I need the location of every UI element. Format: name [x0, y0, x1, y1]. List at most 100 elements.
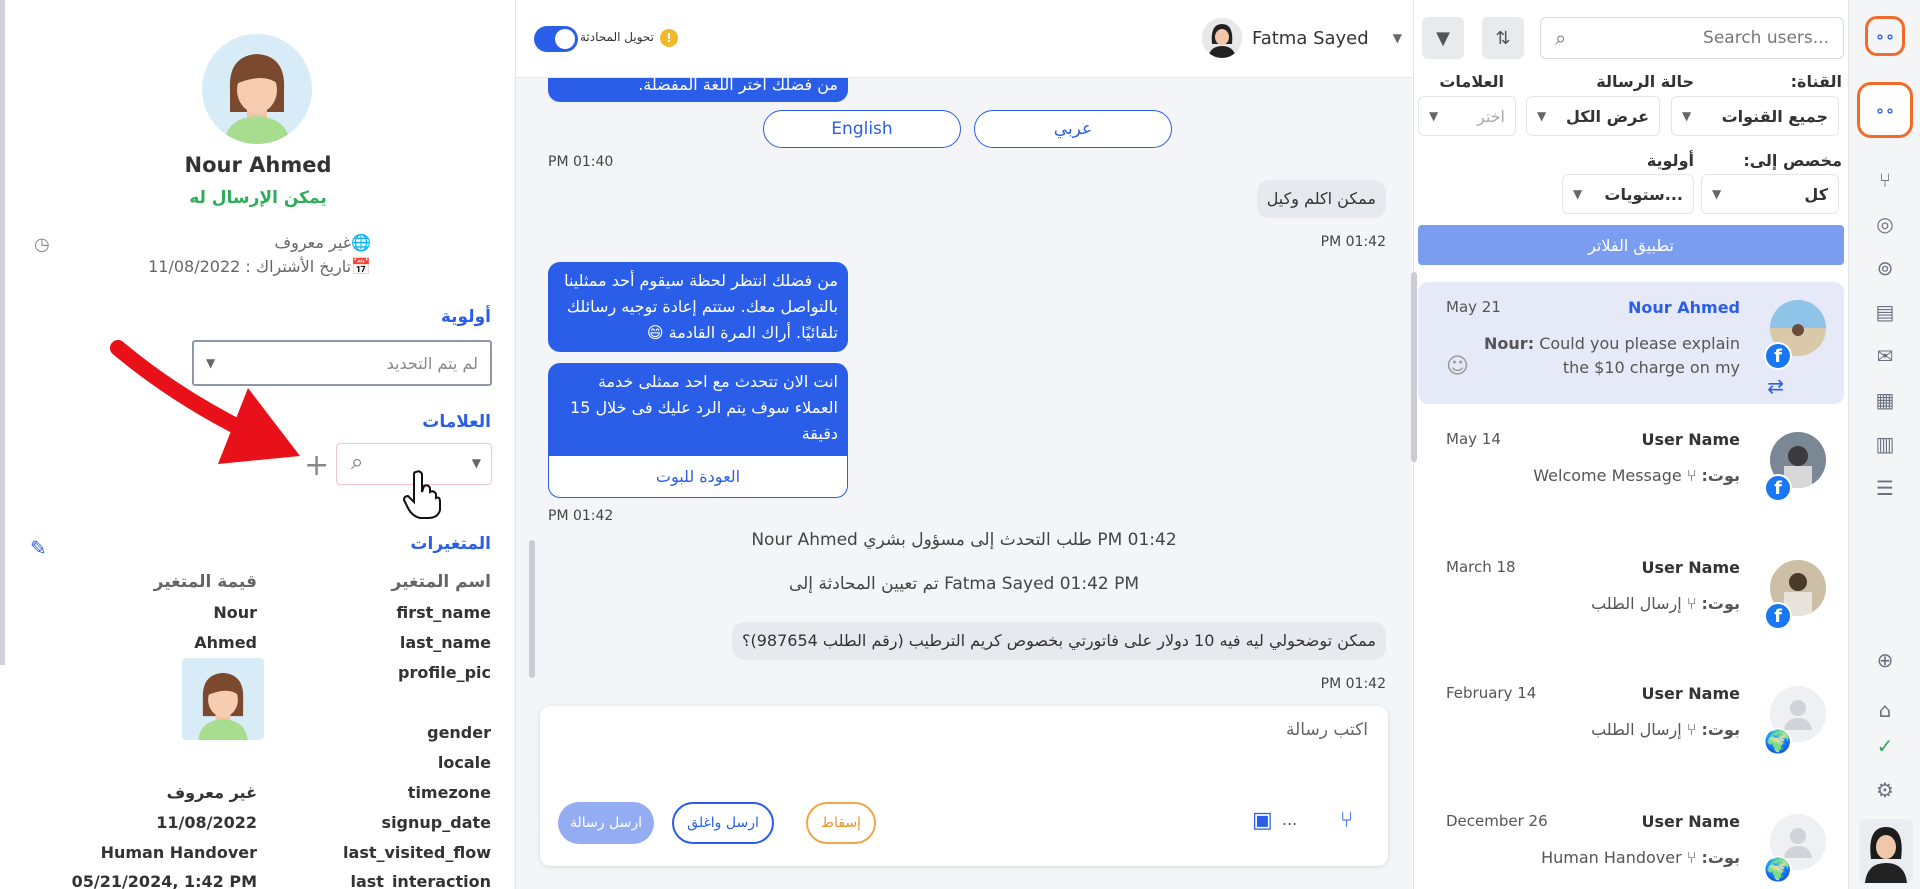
conversation-name: User Name: [1641, 430, 1740, 449]
conversation-item[interactable]: December 26 User Name بوت: ⑂ Human Hando…: [1418, 796, 1844, 889]
icon-rail: ∘∘ ∘∘ ⑂ ◎ ⊚ ▤ ✉ ▦ ▥ ☰ ⊕ ⌂ ✓ ⚙: [1848, 0, 1920, 889]
templates-icon[interactable]: ▦: [1871, 386, 1899, 414]
timestamp: PM 01:42: [1320, 676, 1386, 692]
clock-icon[interactable]: ◷: [34, 234, 50, 255]
var-name-header: اسم المتغير: [391, 572, 491, 592]
conversation-item[interactable]: May 21 Nour Ahmed Nour: Could you please…: [1418, 282, 1844, 404]
priority-filter-select[interactable]: ...ستويات ▼: [1562, 174, 1694, 214]
check-icon[interactable]: ✓: [1871, 732, 1899, 760]
more-options-icon[interactable]: ...: [1282, 810, 1297, 829]
status-select[interactable]: عرض الكل ▼: [1526, 96, 1660, 136]
assigned-select[interactable]: كل ▼: [1701, 174, 1839, 214]
send-button[interactable]: ارسل رسالة: [558, 802, 654, 844]
tags-title: العلامات: [422, 412, 491, 432]
message-input-placeholder[interactable]: اكتب رسالة: [1286, 720, 1368, 740]
priority-filter-label: أولوية: [1646, 151, 1694, 170]
analytics-icon[interactable]: ▥: [1871, 430, 1899, 458]
variables-title: المتغيرات: [410, 534, 491, 554]
agent-selector[interactable]: Fatma Sayed ▼: [1202, 18, 1402, 58]
add-tag-icon[interactable]: +: [304, 448, 329, 483]
facebook-icon: f: [1764, 342, 1792, 370]
chat-scrollbar[interactable]: [529, 540, 535, 678]
send-and-close-button[interactable]: ارسل واغلق: [672, 802, 774, 844]
priority-select[interactable]: لم يتم التحديد ▼: [192, 340, 492, 386]
bot-head-icon[interactable]: ◎: [1871, 210, 1899, 238]
contacts-icon[interactable]: ▤: [1871, 298, 1899, 326]
search-placeholder: Search users...: [1703, 28, 1829, 48]
info-icon[interactable]: !: [660, 29, 678, 47]
bot-message: من فضلك اختر اللغة المفضلة.: [548, 78, 848, 102]
broadcast-icon[interactable]: ⊚: [1871, 254, 1899, 282]
back-to-bot-button[interactable]: العودة للبوت: [548, 456, 848, 498]
conversation-name: User Name: [1641, 684, 1740, 703]
sort-icon[interactable]: ⇅: [1482, 17, 1524, 59]
var-key: last_visited_flow: [343, 843, 491, 862]
tasks-icon[interactable]: ☰: [1871, 474, 1899, 502]
flow-icon[interactable]: ⑂: [1871, 166, 1899, 194]
contact-name: Nour Ahmed: [184, 153, 332, 177]
conversation-item[interactable]: February 14 User Name بوت: ⑂ إرسال الطلب…: [1418, 668, 1844, 790]
user-message: ممكن اكلم وكيل: [1256, 180, 1386, 218]
conversation-item[interactable]: May 14 User Name بوت: ⑂ Welcome Message …: [1418, 414, 1844, 536]
timestamp: PM 01:40: [548, 154, 614, 170]
mail-icon[interactable]: ✉: [1871, 342, 1899, 370]
conversation-preview: بوت: ⑂ إرسال الطلب: [1591, 594, 1740, 613]
logo-icon[interactable]: ∘∘: [1865, 16, 1905, 56]
priority-title: أولوية: [440, 307, 491, 327]
var-value: غير معروف: [166, 783, 257, 802]
conversation-item[interactable]: March 18 User Name بوت: ⑂ إرسال الطلب f: [1418, 542, 1844, 664]
user-message: ممكن توضحولي ليه فيه 10 دولار على فاتورت…: [732, 622, 1386, 660]
conversation-preview: Nour: Could you please explain the $10 c…: [1484, 334, 1740, 377]
chevron-down-icon: ▼: [471, 456, 481, 470]
conversation-date: February 14: [1446, 684, 1537, 702]
user-avatar[interactable]: [1859, 819, 1913, 883]
var-key: profile_pic: [398, 663, 491, 682]
search-icon: ⌕: [351, 450, 364, 475]
list-scrollbar[interactable]: [1411, 272, 1417, 462]
contact-avatar: [202, 34, 312, 144]
search-input[interactable]: ⌕ Search users...: [1540, 17, 1844, 59]
handover-toggle-label: تحويل المحادثة: [580, 30, 654, 44]
edit-pencil-icon[interactable]: ✎: [30, 536, 47, 560]
message-thread[interactable]: من فضلك اختر اللغة المفضلة. English عربي…: [516, 78, 1412, 704]
apply-filters-button[interactable]: تطبيق الفلاتر: [1418, 225, 1844, 265]
package-icon[interactable]: ▣: [1252, 808, 1273, 833]
globe-icon[interactable]: ⊕: [1871, 646, 1899, 674]
bot-message: من فضلك انتظر لحظة سيقوم أحد ممثلينا بال…: [548, 262, 848, 352]
flow-icon[interactable]: ⑂: [1340, 808, 1353, 833]
conversation-date: May 21: [1446, 298, 1501, 316]
facebook-icon: f: [1764, 602, 1792, 630]
var-value: Ahmed: [194, 633, 257, 652]
globe-icon: 🌍: [1764, 856, 1792, 884]
filter-icon[interactable]: ▼: [1422, 17, 1464, 59]
panel-scrollbar[interactable]: [0, 0, 5, 665]
globe-icon: 🌐: [351, 233, 371, 252]
gear-icon[interactable]: ⚙: [1871, 776, 1899, 804]
handover-toggle[interactable]: [534, 26, 578, 52]
conversation-date: May 14: [1446, 430, 1501, 448]
inbox-logo-icon[interactable]: ∘∘: [1857, 82, 1913, 138]
var-key: last_interaction: [350, 872, 491, 889]
var-key: gender: [427, 723, 491, 742]
quick-reply-arabic[interactable]: عربي: [974, 110, 1172, 148]
agent-avatar: [1202, 18, 1242, 58]
var-value: Nour: [213, 603, 257, 622]
conversation-preview: بوت: ⑂ Welcome Message: [1533, 466, 1740, 485]
message-composer[interactable]: اكتب رسالة ارسل رسالة ارسل واغلق إسقاط .…: [540, 706, 1388, 866]
conversation-name: User Name: [1641, 558, 1740, 577]
app-root: Nour Ahmed يمكن الإرسال له 🌐غير معروف 📅ت…: [0, 0, 1920, 889]
priority-value: لم يتم التحديد: [386, 353, 478, 373]
var-value-header: قيمة المتغير: [153, 572, 257, 592]
tags-filter-select[interactable]: اختر ▼: [1418, 96, 1516, 136]
search-icon: ⌕: [1555, 26, 1567, 50]
facebook-icon: f: [1764, 474, 1792, 502]
emoji-icon[interactable]: ☺: [1446, 354, 1469, 379]
contact-location: 🌐غير معروف: [274, 233, 371, 252]
quick-reply-english[interactable]: English: [763, 110, 961, 148]
conversation-name: Nour Ahmed: [1628, 298, 1740, 317]
timestamp: PM 01:42: [548, 508, 614, 524]
channel-select[interactable]: جميع القنوات ▼: [1671, 96, 1839, 136]
lock-icon[interactable]: ⌂: [1871, 696, 1899, 724]
drop-button[interactable]: إسقاط: [806, 802, 876, 844]
contact-status: يمكن الإرسال له: [189, 188, 327, 208]
